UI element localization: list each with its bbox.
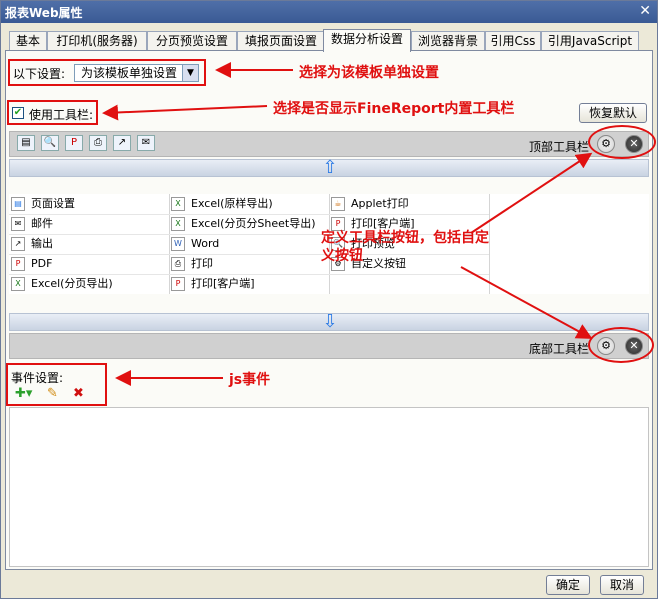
list-item[interactable]: ✉ 邮件 [9, 214, 53, 234]
ok-button[interactable]: 确定 [546, 575, 590, 595]
page-setup-icon[interactable]: ▤ [17, 135, 35, 151]
print-preview-icon[interactable]: 🔍 [41, 135, 59, 151]
annotation-scope: 选择为该模板单独设置 [299, 65, 439, 81]
tab-data-analysis[interactable]: 数据分析设置 [323, 29, 411, 52]
bottom-toolbar-label: 底部工具栏 [529, 342, 590, 356]
tab-paging-preview[interactable]: 分页预览设置 [147, 31, 237, 51]
arrow-up-icon[interactable]: ⇧ [317, 159, 343, 177]
restore-default-button[interactable]: 恢复默认 [579, 103, 647, 123]
tab-browser-bg[interactable]: 浏览器背景 [411, 31, 485, 51]
list-item[interactable]: X Excel(分页分Sheet导出) [169, 214, 316, 234]
mail-icon[interactable]: ✉ [137, 135, 155, 151]
pdf-icon[interactable]: P [65, 135, 83, 151]
list-item[interactable]: X Excel(分页导出) [9, 274, 113, 294]
list-item[interactable]: ↗ 输出 [9, 234, 53, 254]
export-icon[interactable]: ↗ [113, 135, 131, 151]
annotation-js: js事件 [229, 372, 271, 388]
arrow-down-icon[interactable]: ⇩ [317, 313, 343, 331]
close-icon[interactable]: ✕ [639, 3, 651, 19]
scope-highlight-box [8, 59, 206, 86]
window-title: 报表Web属性 [5, 6, 83, 20]
tab-fill-page[interactable]: 填报页面设置 [237, 31, 325, 51]
tab-strip: 基本 打印机(服务器) 分页预览设置 填报页面设置 数据分析设置 浏览器背景 引… [9, 29, 651, 52]
event-list[interactable] [9, 407, 649, 567]
annotation-toolbar: 选择是否显示FineReport内置工具栏 [273, 101, 515, 117]
dialog-window: 报表Web属性 ✕ 基本 打印机(服务器) 分页预览设置 填报页面设置 数据分析… [0, 0, 658, 599]
list-item[interactable]: P 打印[客户端] [169, 274, 255, 294]
list-item[interactable]: ▤ 页面设置 [9, 194, 75, 214]
toolbar-highlight-box [7, 100, 98, 125]
events-highlight-box [6, 363, 107, 406]
list-item[interactable]: ⎙ 打印 [169, 254, 213, 274]
cancel-button[interactable]: 取消 [600, 575, 644, 595]
list-item[interactable]: P PDF [9, 254, 52, 274]
list-item[interactable]: ☕ Applet打印 [329, 194, 409, 214]
title-bar[interactable]: 报表Web属性 ✕ [1, 1, 657, 23]
print-icon[interactable]: ⎙ [89, 135, 107, 151]
tab-printer-server[interactable]: 打印机(服务器) [47, 31, 147, 51]
tab-javascript[interactable]: 引用JavaScript [541, 31, 639, 51]
top-toolbar-label: 顶部工具栏 [529, 140, 590, 154]
list-item[interactable]: W Word [169, 234, 219, 254]
tab-css[interactable]: 引用Css [485, 31, 541, 51]
bottom-buttons-highlight [588, 327, 654, 363]
top-buttons-highlight [588, 125, 656, 159]
annotation-custom: 定义工具栏按钮，包括自定义按钮 [321, 230, 489, 264]
list-item[interactable]: X Excel(原样导出) [169, 194, 273, 214]
tab-basic[interactable]: 基本 [9, 31, 47, 51]
